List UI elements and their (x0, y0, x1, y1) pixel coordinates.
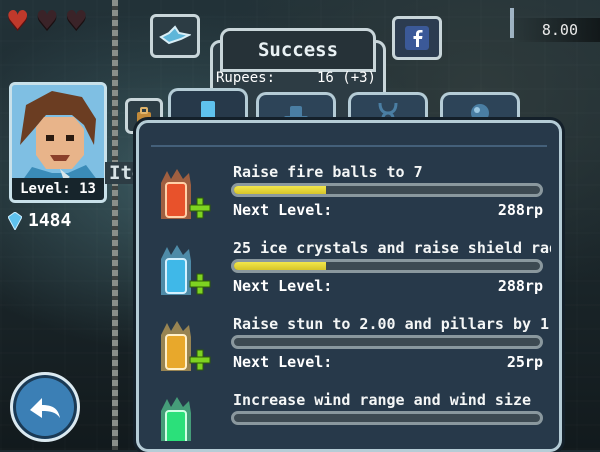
upgrade-progress-bar (231, 411, 543, 425)
progress-fill (234, 186, 326, 194)
next-level-label: Next Level: (233, 201, 333, 219)
upgrade-progress-bar (231, 183, 543, 197)
upgrade-row[interactable]: Raise stun to 2.00 and pillars by 1 Next… (151, 313, 550, 389)
panel-divider (151, 145, 547, 147)
success-rupees-row: Rupees: 16 (+3) (216, 70, 376, 86)
upgrade-title: Increase wind range and wind size (233, 391, 532, 409)
next-level-label: Next Level: (233, 353, 333, 371)
upgrade-title: Raise fire balls to 7 (233, 163, 423, 181)
player-portrait (12, 85, 104, 181)
player-level: Level: 13 (9, 178, 107, 203)
upgrade-progress-bar (231, 259, 543, 273)
upgrade-title: Raise stun to 2.00 and pillars by 1 (233, 315, 550, 333)
player-avatar[interactable] (9, 82, 107, 184)
gem-count: 1484 (28, 210, 72, 231)
plus-icon[interactable] (189, 197, 211, 219)
upgrade-title: 25 ice crystals and raise shield radius (233, 239, 551, 257)
plus-icon[interactable] (189, 273, 211, 295)
bird-button[interactable] (150, 14, 200, 58)
upgrade-row[interactable]: 25 ice crystals and raise shield radius … (151, 237, 551, 313)
upgrade-cost: 25rp (506, 353, 543, 371)
rupees-label: Rupees: (216, 70, 276, 86)
rupees-value: 16 (+3) (316, 70, 376, 86)
facebook-button[interactable] (392, 16, 442, 60)
heart-icon: ♥ (64, 6, 88, 36)
upgrade-progress-bar (231, 335, 543, 349)
upgrade-row[interactable]: Raise fire balls to 7 Next Level: 288rp (151, 161, 547, 237)
progress-fill (234, 262, 326, 270)
back-button[interactable] (10, 372, 80, 442)
heart-icon: ♥ (35, 6, 59, 36)
timer-readout: 8.00 (510, 18, 600, 42)
upgrade-panel: Raise fire balls to 7 Next Level: 288rp … (136, 120, 562, 452)
crystal-icon (8, 211, 22, 230)
health-hearts: ♥ ♥ ♥ (6, 8, 88, 34)
back-arrow-icon (30, 398, 60, 418)
plus-icon[interactable] (189, 349, 211, 371)
chain-decoration (112, 0, 118, 450)
upgrade-cost: 288rp (497, 277, 543, 295)
facebook-icon (405, 26, 429, 50)
gem-counter: 1484 (8, 210, 71, 231)
upgrade-list[interactable]: Raise fire balls to 7 Next Level: 288rp … (147, 149, 551, 441)
upgrade-cost: 288rp (497, 201, 543, 219)
wind-rune-icon (161, 397, 191, 441)
upgrade-row[interactable]: Increase wind range and wind size (151, 389, 547, 441)
success-title: Success (220, 28, 376, 72)
heart-icon: ♥ (6, 6, 30, 36)
bird-icon (159, 25, 191, 45)
next-level-label: Next Level: (233, 277, 333, 295)
